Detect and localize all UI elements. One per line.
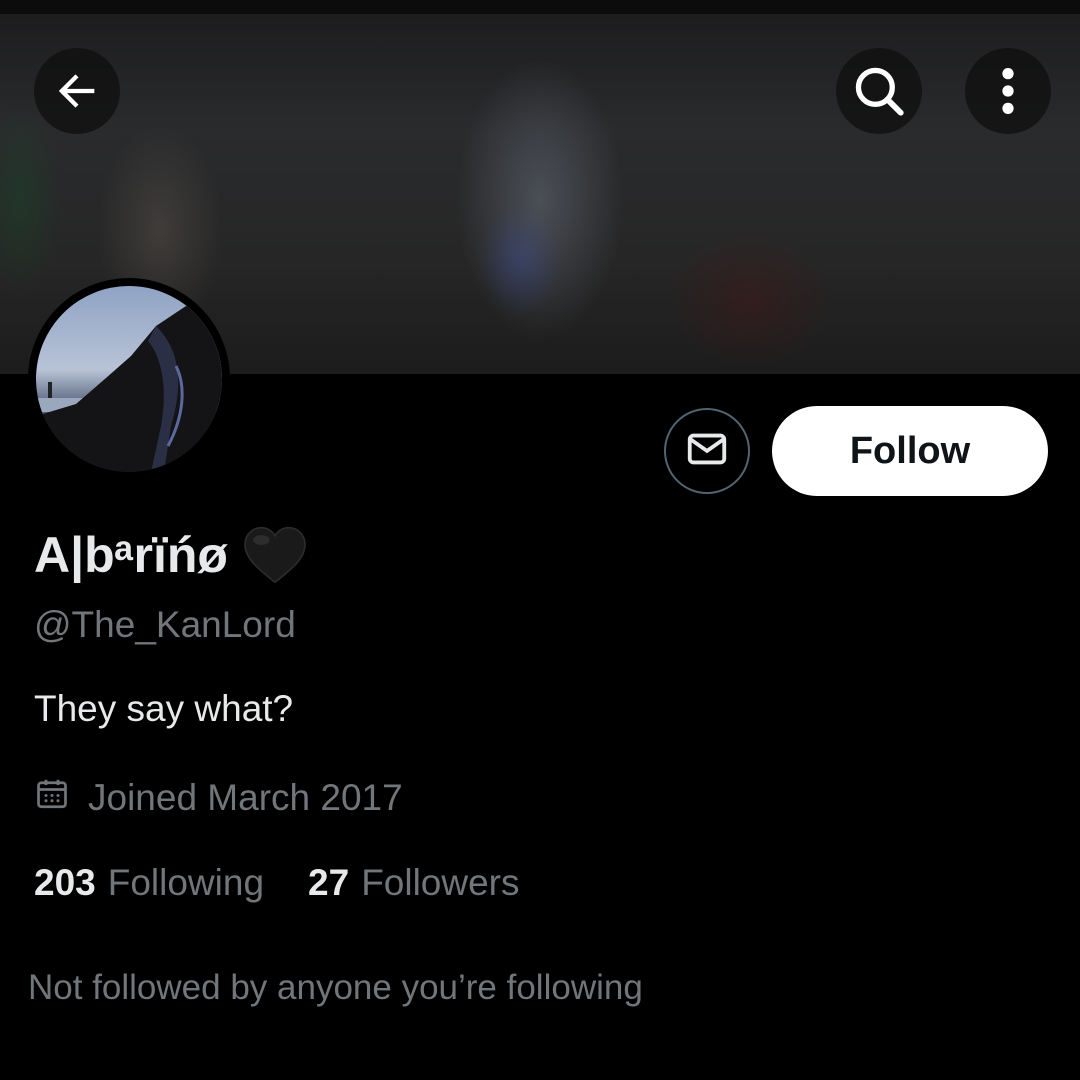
search-button[interactable] (836, 48, 922, 134)
more-options-button[interactable] (965, 48, 1051, 134)
display-name: A|bᵃrïńø (34, 520, 308, 590)
following-count: 203 (34, 862, 96, 903)
follow-button[interactable]: Follow (772, 406, 1048, 496)
message-button[interactable] (664, 408, 750, 494)
avatar-image (36, 286, 222, 472)
search-icon (850, 62, 908, 120)
black-heart-icon (242, 525, 308, 585)
following-stat[interactable]: 203 Following (34, 862, 264, 904)
following-label: Following (107, 862, 265, 903)
arrow-left-icon (51, 65, 103, 117)
back-button[interactable] (34, 48, 120, 134)
status-bar-area (0, 0, 1080, 14)
mutual-followers-note: Not followed by anyone you’re following (28, 968, 643, 1007)
envelope-icon (684, 426, 730, 477)
follow-stats: 203 Following 27 Followers (34, 860, 520, 906)
more-vertical-icon (998, 65, 1018, 117)
followers-label: Followers (361, 862, 520, 903)
profile-page: Follow A|bᵃrïńø @The_KanLord They say wh… (0, 0, 1080, 1080)
bio: They say what? (34, 688, 294, 729)
followers-stat[interactable]: 27 Followers (308, 862, 519, 904)
avatar[interactable] (28, 278, 230, 480)
display-name-text: A|bᵃrïńø (34, 527, 228, 583)
joined-date: Joined March 2017 (34, 776, 403, 820)
calendar-icon (34, 776, 70, 821)
joined-date-text: Joined March 2017 (88, 777, 403, 818)
followers-count: 27 (308, 862, 350, 903)
user-handle: @The_KanLord (34, 604, 296, 645)
